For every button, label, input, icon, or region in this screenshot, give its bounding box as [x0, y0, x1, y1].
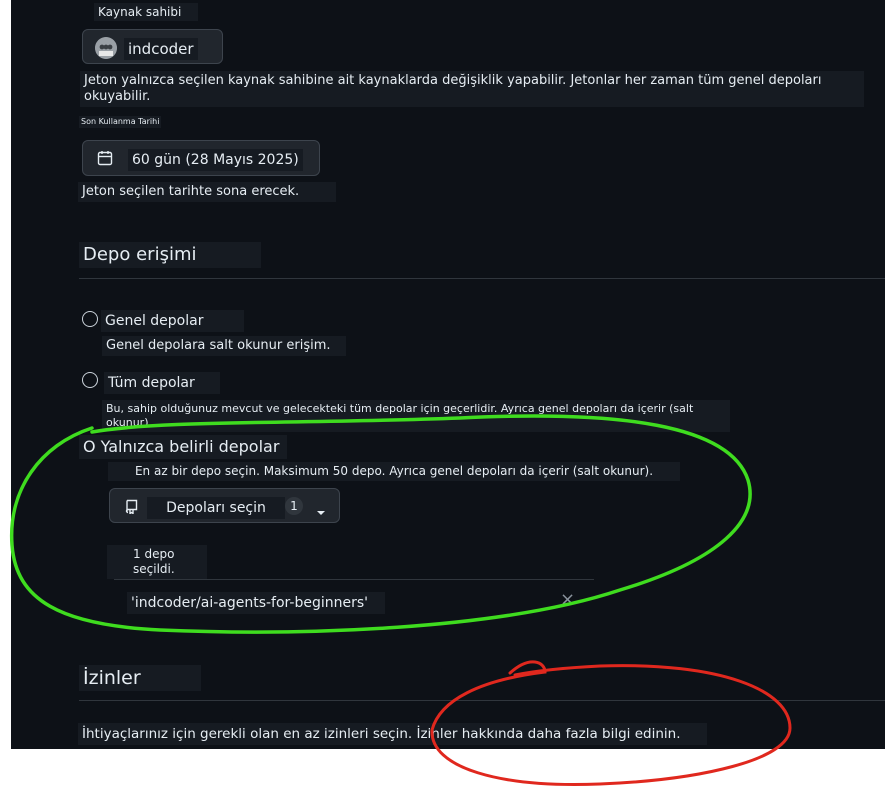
option-all-repos-description: Bu, sahip olduğunuz mevcut ve gelecektek…: [102, 400, 730, 432]
option-all-repos-label: Tüm depolar: [104, 372, 220, 394]
radio-public-repos[interactable]: [82, 311, 98, 327]
permissions-divider: [79, 700, 885, 701]
expiration-label: Son Kullanma Tarihi: [79, 116, 162, 128]
section-divider: [79, 278, 885, 279]
selected-repos-summary: 1 depo seçildi.: [107, 545, 207, 579]
expiration-help-text: Jeton seçilen tarihte sona erecek.: [78, 182, 336, 202]
selected-repo-name: 'indcoder/ai-agents-for-beginners': [127, 592, 385, 614]
owner-help-text: Jeton yalnızca seçilen kaynak sahibine a…: [80, 71, 864, 107]
expiration-select-button[interactable]: 60 gün (28 Mayıs 2025): [82, 140, 320, 176]
permissions-text: İhtiyaçlarınız için gerekli olan en az i…: [78, 723, 707, 745]
selected-count-badge: 1: [285, 497, 303, 515]
expiration-select-value: 60 gün (28 Mayıs 2025): [128, 149, 303, 171]
repo-icon: [124, 498, 140, 518]
option-selected-repos-description: En az bir depo seçin. Maksimum 50 depo. …: [108, 462, 680, 481]
permissions-heading: İzinler: [79, 665, 201, 691]
calendar-icon: [97, 150, 113, 170]
repo-list-divider: [114, 579, 594, 580]
select-repositories-label: Depoları seçin: [147, 497, 285, 519]
owner-select-value: indcoder: [124, 38, 198, 60]
select-repositories-button[interactable]: Depoları seçin 1: [109, 488, 340, 523]
option-public-repos-description: Genel depolara salt okunur erişim.: [102, 336, 346, 356]
avatar: [95, 37, 117, 59]
owner-label: Kaynak sahibi: [94, 3, 198, 21]
repo-access-heading: Depo erişimi: [79, 242, 261, 268]
radio-all-repos[interactable]: [82, 372, 98, 388]
option-selected-repos-label[interactable]: O Yalnızca belirli depolar: [79, 435, 287, 459]
owner-select-button[interactable]: indcoder: [82, 29, 223, 64]
option-public-repos-label: Genel depolar: [101, 310, 244, 332]
caret-down-icon: [316, 502, 326, 521]
remove-repo-icon[interactable]: ×: [560, 591, 575, 609]
